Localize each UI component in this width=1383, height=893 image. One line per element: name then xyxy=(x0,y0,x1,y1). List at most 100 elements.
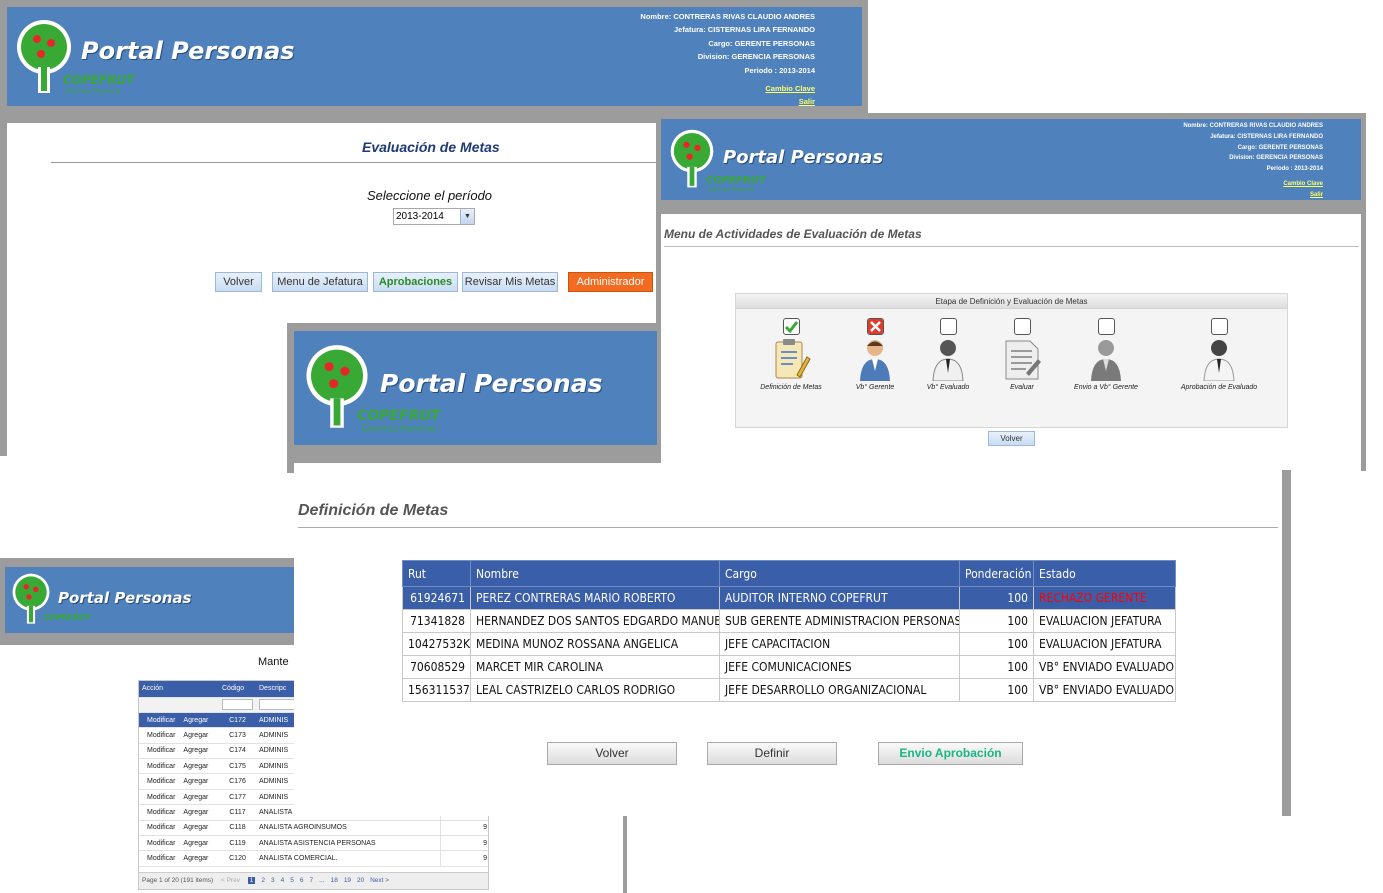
modificar-link[interactable]: Modificar xyxy=(147,778,175,785)
definicion-title-divider xyxy=(298,527,1278,528)
modificar-link[interactable]: Modificar xyxy=(147,840,175,847)
agregar-link[interactable]: Agregar xyxy=(183,809,208,816)
pager-page-link[interactable]: 4 xyxy=(281,877,285,884)
envio-aprobacion-button[interactable]: Envio Aprobación xyxy=(878,742,1023,765)
col-header-accion[interactable]: Acción xyxy=(139,681,219,698)
modificar-link[interactable]: Modificar xyxy=(147,747,175,754)
col-header-nombre[interactable]: Nombre xyxy=(470,560,720,587)
agregar-link[interactable]: Agregar xyxy=(183,732,208,739)
stage-vb-evaluado[interactable]: Vb° Evaluado xyxy=(913,318,983,391)
agregar-link[interactable]: Agregar xyxy=(183,778,208,785)
pager-page-link[interactable]: 1 xyxy=(247,877,256,884)
modificar-link[interactable]: Modificar xyxy=(147,794,175,801)
menu-title: Menu de Actividades de Evaluación de Met… xyxy=(664,227,922,241)
mantenedor-title: Mante xyxy=(258,656,289,668)
modificar-link[interactable]: Modificar xyxy=(147,717,175,724)
cambio-clave-link[interactable]: Cambio Clave xyxy=(640,82,815,95)
status-checkbox-checked[interactable] xyxy=(782,318,800,335)
definir-button[interactable]: Definir xyxy=(707,742,837,765)
agregar-link[interactable]: Agregar xyxy=(183,794,208,801)
salir-link[interactable]: Salir xyxy=(1183,190,1323,200)
info-nombre: Nombre: CONTRERAS RIVAS CLAUDIO ANDRES xyxy=(640,12,815,21)
pager-page-link[interactable]: 6 xyxy=(300,877,304,884)
pager-page-link[interactable]: 5 xyxy=(290,877,294,884)
modificar-link[interactable]: Modificar xyxy=(147,763,175,770)
company-name: COPEFRUT xyxy=(43,613,91,622)
revisar-metas-button[interactable]: Revisar Mis Metas xyxy=(462,272,558,292)
cargo-cell: JEFE CAPACITACION xyxy=(719,632,960,656)
table-row[interactable]: 70608529 MARCET MIR CAROLINA JEFE COMUNICA… xyxy=(402,655,1176,679)
stage-envio-vb-gerente[interactable]: Envio a Vb° Gerente xyxy=(1061,318,1151,391)
reject-x-icon xyxy=(867,319,883,334)
volver-button[interactable]: Volver xyxy=(547,742,677,765)
portal-header: Portal Personas COPEFRUT Gerencia Person… xyxy=(7,7,862,106)
portal-header-2: Portal Personas COPEFRUT Gerencia Person… xyxy=(661,119,1361,200)
stage-label: Vb° Evaluado xyxy=(926,384,970,391)
pager-prev[interactable]: < Prev xyxy=(221,877,240,884)
pager-page-link[interactable]: 19 xyxy=(344,877,351,884)
agregar-link[interactable]: Agregar xyxy=(183,717,208,724)
pager: Page 1 of 20 (191 items) < Prev 1234567.… xyxy=(139,872,488,889)
period-select[interactable]: 2013-2014 ▼ xyxy=(393,208,475,225)
agregar-link[interactable]: Agregar xyxy=(183,855,208,862)
menu-jefatura-button[interactable]: Menu de Jefatura xyxy=(272,272,368,292)
modificar-link[interactable]: Modificar xyxy=(147,732,175,739)
pager-page-link[interactable]: 2 xyxy=(261,877,265,884)
agregar-link[interactable]: Agregar xyxy=(183,747,208,754)
col-header-ponderacion[interactable]: Ponderación xyxy=(959,560,1034,587)
status-checkbox-empty[interactable] xyxy=(1013,318,1031,335)
agregar-link[interactable]: Agregar xyxy=(183,824,208,831)
administrador-button[interactable]: Administrador xyxy=(568,272,653,292)
menu-volver-button[interactable]: Volver xyxy=(988,431,1035,446)
estado-cell: EVALUACION JEFATURA xyxy=(1033,632,1176,656)
salir-link[interactable]: Salir xyxy=(640,95,815,106)
company-suffix: S.A. xyxy=(428,415,438,421)
modificar-link[interactable]: Modificar xyxy=(147,824,175,831)
estado-cell: VB° ENVIADO EVALUADO xyxy=(1033,655,1176,679)
document-icon xyxy=(1005,340,1041,380)
stage-aprobacion-evaluado[interactable]: Aprobación de Evaluado xyxy=(1171,318,1267,391)
aprobaciones-button[interactable]: Aprobaciones xyxy=(373,272,458,292)
cambio-clave-link[interactable]: Cambio Clave xyxy=(1183,179,1323,190)
pager-page-link[interactable]: 18 xyxy=(331,877,338,884)
info-cargo: Cargo: GERENTE PERSONAS xyxy=(1237,144,1323,151)
pager-next[interactable]: Next > xyxy=(370,877,389,884)
table-row[interactable]: 61924671 PEREZ CONTRERAS MARIO ROBERTO AUD… xyxy=(402,586,1176,610)
col-header-codigo[interactable]: Código xyxy=(219,681,256,698)
table-row[interactable]: 10427532K MEDINA MUNOZ ROSSANA ANGELICA JE… xyxy=(402,632,1176,656)
modificar-link[interactable]: Modificar xyxy=(147,809,175,816)
pager-page-link[interactable]: ... xyxy=(319,877,324,884)
agregar-link[interactable]: Agregar xyxy=(183,763,208,770)
agregar-link[interactable]: Agregar xyxy=(183,840,208,847)
col-header-estado[interactable]: Estado xyxy=(1033,560,1176,587)
cargo-cell: SUB GERENTE ADMINISTRACION PERSONAS xyxy=(719,609,960,633)
codigo-cell: C173 xyxy=(219,727,256,744)
col-header-rut[interactable]: Rut xyxy=(402,560,471,587)
table-row[interactable]: Modificar Agregar C119 ANALISTA ASISTENCIA … xyxy=(139,835,488,852)
stage-evaluar[interactable]: Evaluar xyxy=(989,318,1055,391)
filter-codigo-input[interactable] xyxy=(219,697,256,713)
chevron-down-icon[interactable]: ▼ xyxy=(460,209,474,224)
rut-cell: 70608529 xyxy=(402,655,471,679)
info-periodo: Periodo : 2013-2014 xyxy=(744,65,815,75)
table-row[interactable]: 156311537 LEAL CASTRIZELO CARLOS RODRIGO J… xyxy=(402,678,1176,702)
status-checkbox-empty[interactable] xyxy=(1210,318,1228,335)
status-checkbox-empty[interactable] xyxy=(1097,318,1115,335)
menu-actividades-window: Portal Personas COPEFRUT Gerencia Person… xyxy=(656,113,1366,471)
modificar-link[interactable]: Modificar xyxy=(147,855,175,862)
col-header-cargo[interactable]: Cargo xyxy=(719,560,960,587)
stage-vb-gerente[interactable]: Vb° Gerente xyxy=(841,318,909,391)
volver-button[interactable]: Volver xyxy=(215,272,262,292)
stages-box-title: Etapa de Definición y Evaluación de Meta… xyxy=(736,294,1287,309)
stage-definicion-metas[interactable]: Definición de Metas xyxy=(755,318,827,391)
table-row[interactable]: 71341828 HERNANDEZ DOS SANTOS EDGARDO MAN… xyxy=(402,609,1176,633)
ponderacion-cell: 100 xyxy=(959,609,1034,633)
table-row[interactable]: Modificar Agregar C120 ANALISTA COMERCIAL. 9 xyxy=(139,850,488,867)
pager-page-link[interactable]: 20 xyxy=(357,877,364,884)
status-checkbox-empty[interactable] xyxy=(939,318,957,335)
pager-page-link[interactable]: 3 xyxy=(271,877,275,884)
status-checkbox-rejected[interactable] xyxy=(866,318,884,335)
cargo-cell: AUDITOR INTERNO COPEFRUT xyxy=(719,586,960,610)
table-row[interactable]: Modificar Agregar C118 ANALISTA AGROINSUMOS… xyxy=(139,820,488,837)
pager-page-link[interactable]: 7 xyxy=(310,877,314,884)
